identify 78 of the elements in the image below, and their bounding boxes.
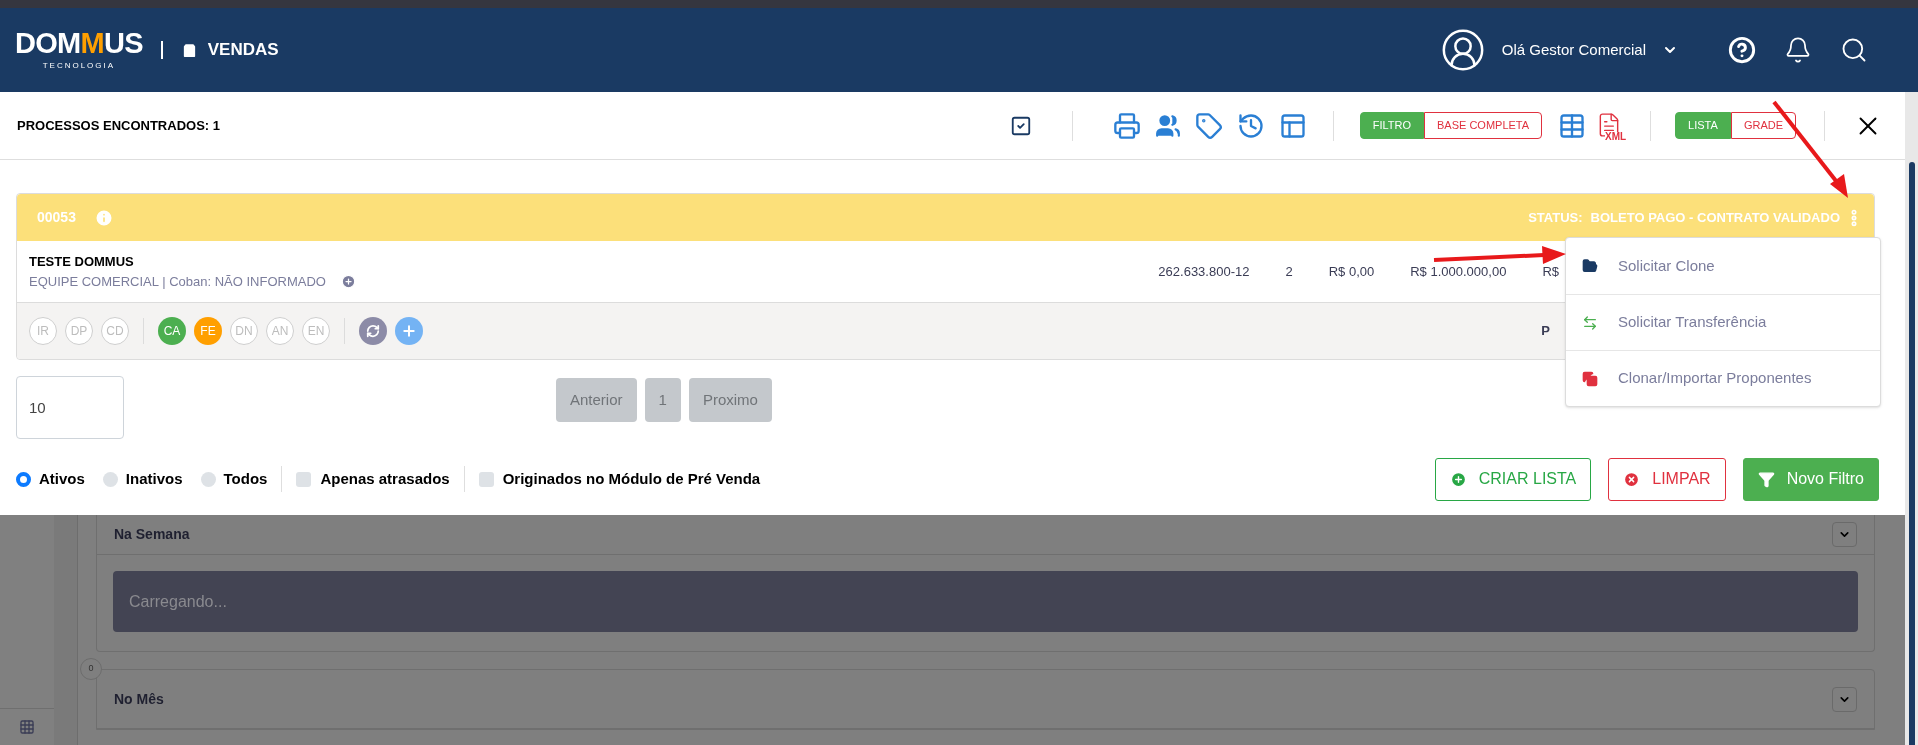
table-cell-text: 2 — [1285, 262, 1293, 281]
stage-badge[interactable]: DN — [230, 317, 258, 345]
tag-icon[interactable] — [1194, 111, 1223, 140]
section-title: No Mês — [114, 689, 164, 709]
radio-button[interactable] — [200, 471, 216, 487]
arrows-icon — [1582, 314, 1598, 331]
radio-label: Ativos — [39, 468, 85, 489]
layout-icon[interactable] — [1278, 111, 1307, 140]
filter-icon — [1757, 470, 1775, 488]
pagination-button[interactable]: Anterior — [556, 378, 637, 422]
table-cell-text: 262.633.800-12 — [1158, 262, 1250, 281]
scrollbar-thumb[interactable] — [1908, 162, 1915, 745]
folder-icon — [1582, 258, 1598, 274]
stage-badge[interactable]: IR — [29, 317, 57, 345]
stage-badge[interactable]: EN — [302, 317, 330, 345]
menu-item[interactable]: Clonar/Importar Proponentes — [1566, 350, 1880, 406]
section-title: Na Semana — [114, 525, 190, 544]
stage-badge[interactable]: FE — [194, 317, 222, 345]
module-title: VENDAS — [207, 39, 279, 62]
toggle-option[interactable]: FILTRO — [1359, 112, 1424, 139]
client-name: TESTE DOMMUS — [29, 253, 135, 271]
stage-badge[interactable]: CD — [101, 317, 129, 345]
refresh-button[interactable] — [359, 317, 387, 345]
radio-label: Todos — [223, 468, 268, 489]
bell-icon[interactable] — [1784, 36, 1812, 64]
menu-item[interactable]: Solicitar Transferência — [1566, 294, 1880, 350]
table-cell-text: R$ 0,00 — [1328, 262, 1375, 281]
results-count: PROCESSOS ENCONTRADOS: 1 — [17, 116, 220, 135]
team-info: EQUIPE COMERCIAL | Coban: NÃO INFORMADO — [29, 272, 326, 291]
plus-circle-icon[interactable] — [340, 273, 356, 289]
expand-button[interactable] — [1832, 522, 1857, 547]
checkbox[interactable] — [478, 471, 494, 487]
checkbox-icon[interactable] — [1009, 114, 1032, 137]
toggle-option[interactable]: LISTA — [1675, 112, 1731, 139]
action-button[interactable]: LIMPAR — [1608, 457, 1726, 501]
radio-button[interactable] — [102, 471, 118, 487]
menu-item[interactable]: Solicitar Clone — [1566, 238, 1880, 294]
help-icon[interactable] — [1728, 36, 1756, 64]
action-button[interactable]: CRIAR LISTA — [1434, 457, 1592, 501]
plus-circle-icon — [1449, 470, 1467, 488]
toggle-option[interactable]: GRADE — [1730, 112, 1796, 139]
history-icon[interactable] — [1236, 111, 1265, 140]
checkbox[interactable] — [296, 471, 312, 487]
stage-badge[interactable]: CA — [158, 317, 186, 345]
radio-button[interactable] — [16, 471, 31, 487]
expand-button[interactable] — [1832, 686, 1857, 712]
copy-icon — [1582, 370, 1598, 387]
radio-label: Inativos — [125, 468, 183, 489]
loading-text: Carregando... — [129, 591, 227, 612]
page-size-field[interactable]: 10 — [16, 376, 124, 439]
checkbox-label: Apenas atrasados — [320, 468, 450, 489]
printer-icon[interactable] — [1112, 111, 1141, 140]
table-cell-text: R$ 1.000.000,00 — [1410, 262, 1507, 281]
logo-subtitle: TECNOLOGIA — [42, 59, 116, 72]
count-badge: 0 — [80, 658, 102, 680]
footer-text: P — [1541, 322, 1550, 341]
plus-icon — [401, 323, 417, 339]
search-icon[interactable] — [1840, 36, 1868, 64]
logo: DOMMUS — [15, 28, 143, 58]
add-button[interactable] — [395, 317, 423, 345]
status-label: STATUS: — [1528, 208, 1583, 227]
refresh-icon — [366, 324, 380, 338]
pagination-button[interactable]: Proximo — [688, 378, 772, 422]
status-value: BOLETO PAGO - CONTRATO VALIDADO — [1590, 208, 1840, 227]
pagination-button[interactable]: 1 — [644, 378, 681, 422]
checkbox-label: Originados no Módulo de Pré Venda — [502, 468, 761, 489]
close-circle-icon — [1623, 470, 1641, 488]
stage-badge[interactable]: DP — [65, 317, 93, 345]
toggle-option[interactable]: BASE COMPLETA — [1424, 112, 1543, 139]
table-cell-text: R$ — [1542, 262, 1559, 281]
user-greeting[interactable]: Olá Gestor Comercial — [1501, 38, 1646, 62]
process-id: 00053 — [37, 208, 76, 227]
xml-export-button[interactable]: XML — [1596, 109, 1627, 142]
table-icon[interactable] — [1558, 111, 1587, 140]
stage-badge[interactable]: AN — [266, 317, 294, 345]
grid-icon[interactable] — [19, 719, 35, 735]
people-icon[interactable] — [1154, 112, 1181, 139]
action-button[interactable]: Novo Filtro — [1742, 457, 1879, 501]
